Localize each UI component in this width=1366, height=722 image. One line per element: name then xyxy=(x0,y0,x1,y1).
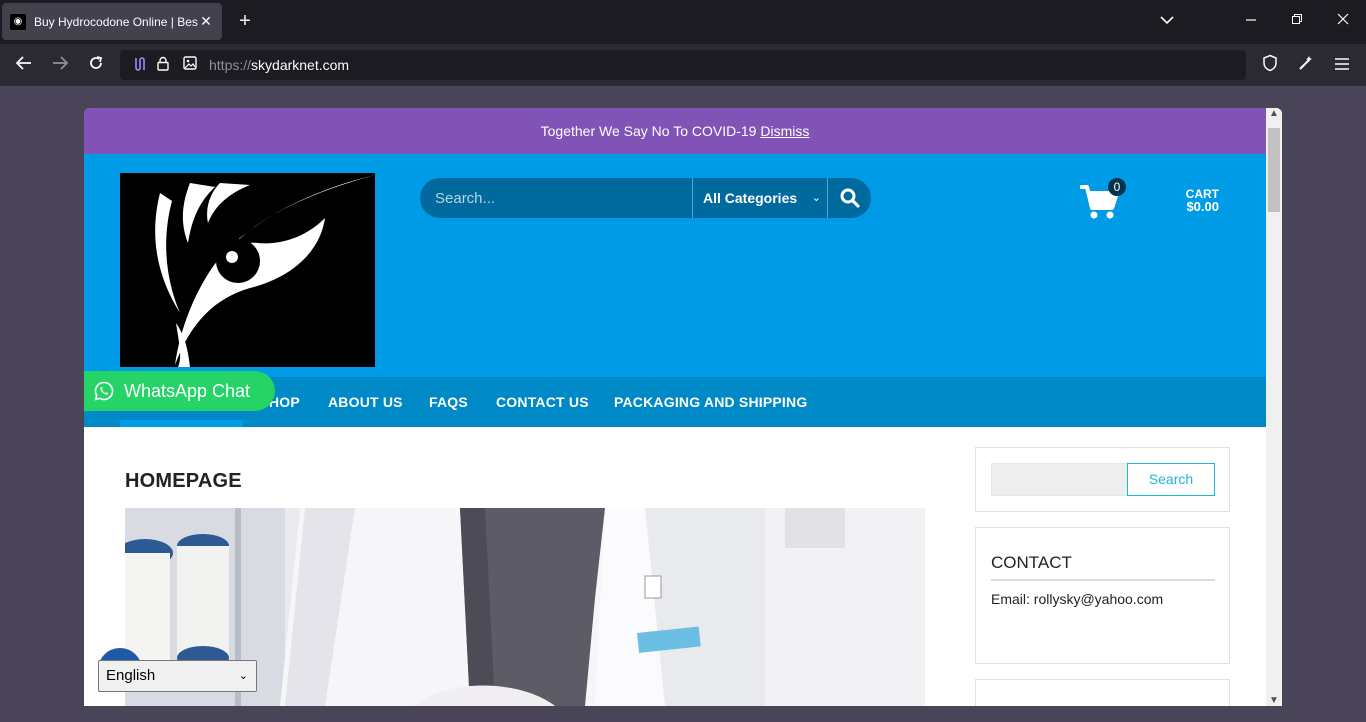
chevron-down-icon: ⌄ xyxy=(238,670,248,682)
search-icon xyxy=(840,188,860,208)
list-all-tabs-icon[interactable] xyxy=(1157,12,1177,28)
chevron-down-icon: ⌄ xyxy=(811,192,821,204)
product-search-input[interactable] xyxy=(420,178,692,218)
language-select[interactable]: English ⌄ xyxy=(98,660,257,692)
notice-text: Together We Say No To COVID-19 xyxy=(540,123,761,139)
tab-bar: ◉ Buy Hydrocodone Online | Best ✕ + xyxy=(0,0,1366,44)
page-image-icon[interactable] xyxy=(181,56,199,74)
menu-item-contact-us[interactable]: CONTACT US xyxy=(496,377,589,427)
site-header: All Categories ⌄ 0 CART $0.00 xyxy=(84,154,1266,377)
menu-item-faqs[interactable]: FAQS xyxy=(429,377,468,427)
scroll-up-icon[interactable]: ▲ xyxy=(1266,108,1282,119)
sidebar-widget-3 xyxy=(975,679,1230,706)
cart-total[interactable]: $0.00 xyxy=(1174,199,1219,214)
whatsapp-chat-button[interactable]: WhatsApp Chat xyxy=(84,371,275,411)
sidebar-search-widget: Search xyxy=(975,447,1230,512)
category-select[interactable]: All Categories ⌄ xyxy=(692,178,828,218)
contact-widget-title: CONTACT xyxy=(991,553,1215,581)
scroll-down-icon[interactable]: ▼ xyxy=(1266,695,1282,706)
lock-icon[interactable] xyxy=(154,56,172,74)
scrollbar-thumb[interactable] xyxy=(1268,128,1280,212)
url-text[interactable]: https://skydarknet.com xyxy=(209,57,349,73)
contact-widget: CONTACT Email: rollysky@yahoo.com xyxy=(975,527,1230,664)
tab-close-icon[interactable]: ✕ xyxy=(198,13,214,30)
page-title: HOMEPAGE xyxy=(125,470,242,492)
contact-email[interactable]: Email: rollysky@yahoo.com xyxy=(991,591,1163,607)
extensions-icon[interactable] xyxy=(1294,54,1318,76)
browser-tab[interactable]: ◉ Buy Hydrocodone Online | Best ✕ xyxy=(2,3,222,40)
owl-favicon-icon: ◉ xyxy=(10,13,26,30)
reload-icon[interactable] xyxy=(84,54,108,76)
cart-count-badge: 0 xyxy=(1108,178,1126,196)
back-icon[interactable] xyxy=(12,54,36,76)
menu-item-packaging-and-shipping[interactable]: PACKAGING AND SHIPPING xyxy=(614,377,807,427)
menu-active-indicator xyxy=(120,420,243,427)
sidebar-search-button[interactable]: Search xyxy=(1127,463,1215,496)
url-host: skydarknet.com xyxy=(251,57,350,73)
close-window-icon[interactable] xyxy=(1333,12,1353,28)
restore-icon[interactable] xyxy=(1287,12,1307,28)
tab-title: Buy Hydrocodone Online | Best xyxy=(34,14,198,29)
language-select-value: English xyxy=(106,667,156,684)
web-page: Together We Say No To COVID-19 Dismiss A… xyxy=(84,108,1282,706)
notice-dismiss-link[interactable]: Dismiss xyxy=(760,123,809,139)
category-select-label: All Categories xyxy=(703,190,798,206)
site-logo[interactable] xyxy=(120,173,375,367)
app-menu-icon[interactable] xyxy=(1330,54,1354,76)
menu-item-about-us[interactable]: ABOUT US xyxy=(328,377,403,427)
address-bar[interactable]: https://skydarknet.com xyxy=(120,50,1246,80)
page-scrollbar[interactable]: ▲ ▼ xyxy=(1266,108,1282,706)
owl-eye-logo-icon xyxy=(120,173,375,367)
whatsapp-label: WhatsApp Chat xyxy=(124,381,251,401)
url-scheme: https:// xyxy=(209,57,252,73)
shield-icon[interactable] xyxy=(1258,54,1282,76)
sidebar-search-input[interactable] xyxy=(991,463,1129,496)
whatsapp-icon xyxy=(94,381,114,401)
new-tab-button[interactable]: + xyxy=(234,10,256,32)
product-search-bar: All Categories ⌄ xyxy=(420,178,871,218)
covid-notice-bar: Together We Say No To COVID-19 Dismiss xyxy=(84,108,1266,154)
tracking-protection-icon[interactable] xyxy=(131,56,149,74)
search-button[interactable] xyxy=(828,178,871,218)
forward-icon[interactable] xyxy=(48,54,72,76)
minimize-icon[interactable] xyxy=(1241,12,1261,28)
